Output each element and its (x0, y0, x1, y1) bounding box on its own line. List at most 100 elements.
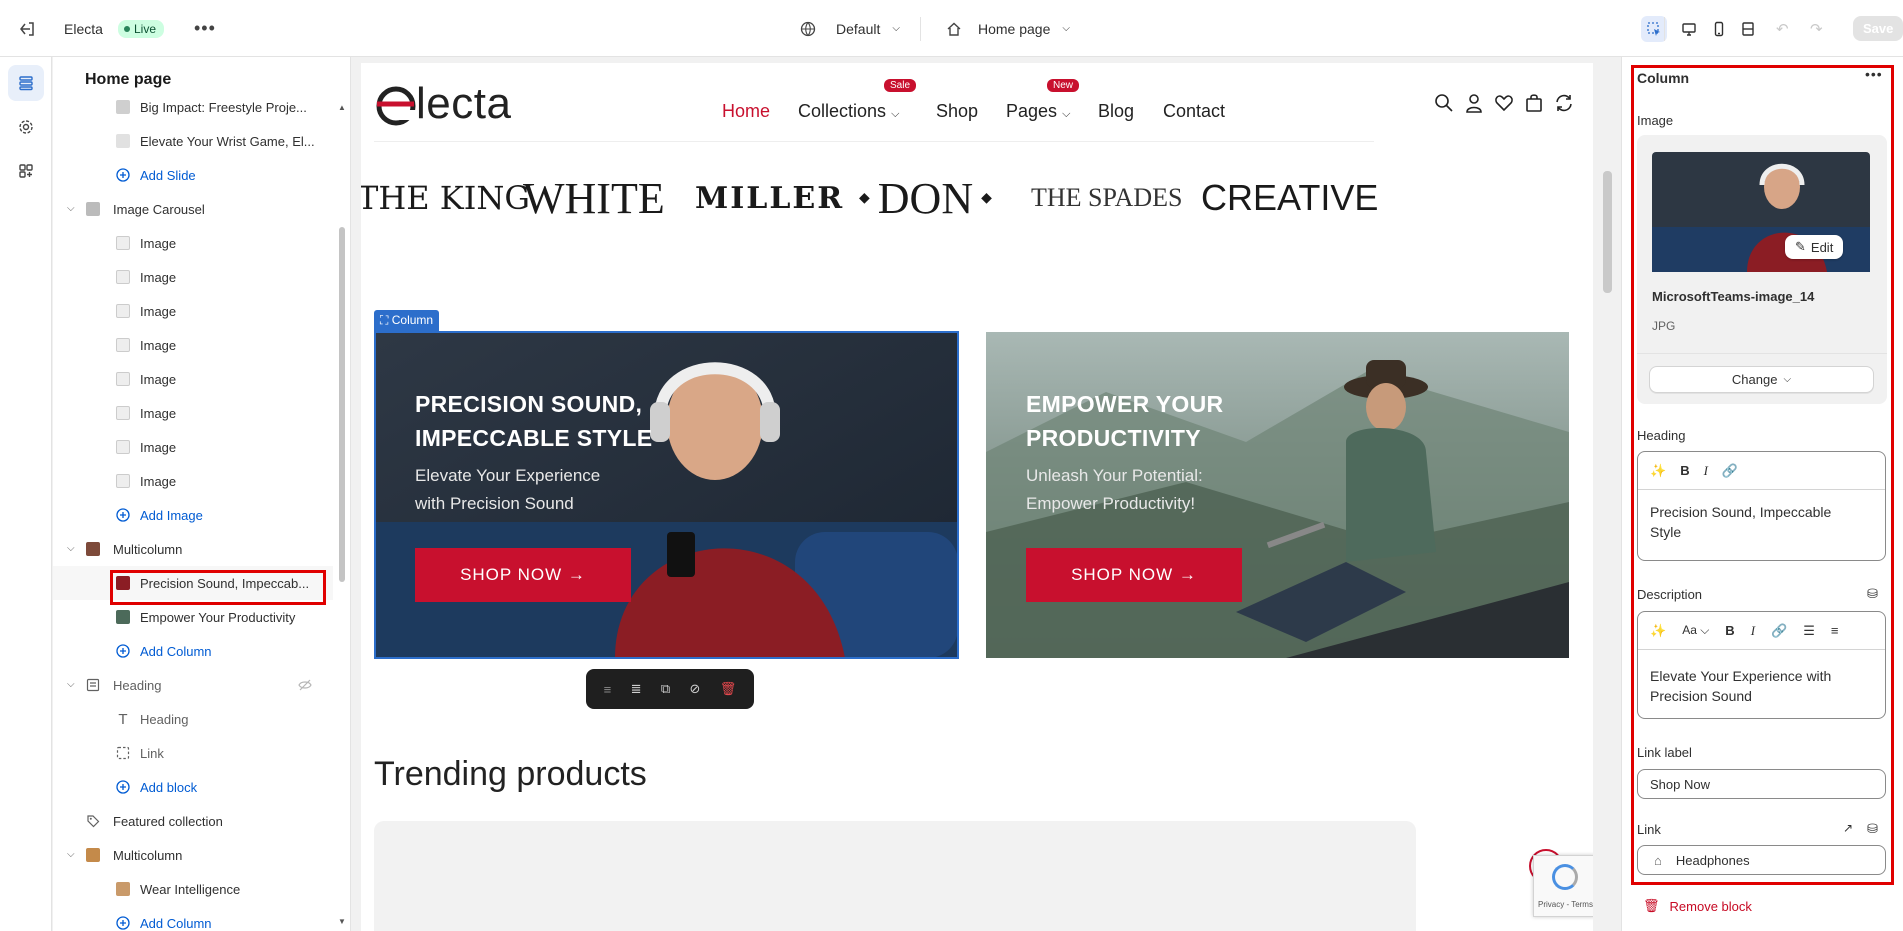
column-selection-tag[interactable]: ⛶ Column (374, 310, 440, 331)
bullet-list-icon[interactable]: ☰ (1803, 623, 1815, 639)
more-actions-button[interactable]: ••• (194, 0, 216, 57)
logo-mark-icon (376, 86, 416, 126)
hidden-eye-icon[interactable] (297, 677, 313, 693)
exit-button[interactable] (18, 0, 36, 57)
product-card[interactable] (882, 821, 1162, 931)
add-column-button[interactable]: Add Column (53, 634, 333, 668)
link-label-input[interactable]: Shop Now (1637, 769, 1886, 799)
tree-item-image[interactable]: Image (53, 260, 333, 294)
template-selector[interactable]: Home page ⌵ (946, 0, 1070, 57)
refresh-icon[interactable] (1554, 93, 1574, 113)
link-block-icon (115, 745, 131, 761)
fullscreen-view-button[interactable] (1735, 16, 1761, 42)
brand-logo-don: ◆ DON ◆ (859, 173, 992, 223)
apps-nav-button[interactable] (8, 153, 44, 189)
user-icon[interactable] (1464, 93, 1484, 113)
delete-trash-icon[interactable]: 🗑 (720, 681, 737, 697)
undo-icon[interactable]: ↶ (1776, 20, 1789, 38)
link-icon[interactable]: 🔗 (1722, 463, 1738, 479)
add-slide-button[interactable]: Add Slide (53, 158, 333, 192)
link-picker[interactable]: ⌂ Headphones (1637, 845, 1886, 875)
save-button[interactable]: Save (1853, 16, 1903, 41)
tree-section-multicolumn[interactable]: ⌵ Multicolumn (53, 838, 333, 872)
tree-item-image[interactable]: Image (53, 396, 333, 430)
add-block-button[interactable]: Add block (53, 770, 333, 804)
heading-rte-toolbar: ✨ B I 🔗 (1638, 452, 1885, 490)
italic-icon[interactable]: I (1751, 623, 1755, 639)
text-size-icon[interactable]: Aa ⌵ (1682, 623, 1709, 638)
preview-scrollbar-thumb[interactable] (1603, 171, 1612, 293)
tree-item-column[interactable]: Wear Intelligence (53, 872, 333, 906)
bold-icon[interactable]: B (1680, 463, 1689, 478)
promo-2-shop-button[interactable]: SHOP NOW → (1026, 548, 1242, 602)
promo-column-2[interactable]: EMPOWER YOUR PRODUCTIVITY Unleash Your P… (986, 332, 1569, 658)
tree-item-link[interactable]: Link (53, 736, 333, 770)
tree-item-heading[interactable]: T Heading (53, 702, 333, 736)
image-edit-button[interactable]: ✎ Edit (1785, 235, 1844, 259)
product-card[interactable] (628, 821, 908, 931)
open-external-icon[interactable]: ↗ (1843, 821, 1853, 835)
nav-contact[interactable]: Contact (1163, 101, 1225, 122)
tree-section-multicolumn[interactable]: ⌵ Multicolumn (53, 532, 333, 566)
nav-home[interactable]: Home (722, 101, 770, 122)
sections-nav-button[interactable] (8, 65, 44, 101)
carousel-section-icon (85, 201, 101, 217)
hide-eye-icon[interactable]: ⊘ (690, 681, 701, 697)
add-column-button[interactable]: Add Column (53, 906, 333, 931)
heading-line: EMPOWER YOUR (1026, 391, 1224, 417)
theme-settings-nav-button[interactable] (8, 109, 44, 145)
description-text[interactable]: Elevate Your Experience with Precision S… (1650, 666, 1865, 706)
redo-icon[interactable]: ↷ (1810, 20, 1823, 38)
duplicate-icon[interactable]: ⧉ (661, 681, 670, 697)
tree-item-image[interactable]: Image (53, 328, 333, 362)
remove-block-button[interactable]: 🗑 Remove block (1643, 898, 1752, 914)
nav-blog[interactable]: Blog (1098, 101, 1134, 122)
tree-item-column[interactable]: Empower Your Productivity (53, 600, 333, 634)
dynamic-source-icon[interactable]: ⛁ (1867, 821, 1878, 837)
change-image-button[interactable]: Change ⌵ (1649, 366, 1874, 393)
dynamic-source-icon[interactable]: ⛁ (1867, 586, 1878, 602)
heart-icon[interactable] (1494, 93, 1514, 113)
heading-text[interactable]: Precision Sound, Impeccable Style (1650, 502, 1865, 542)
sidebar-scrollbar-thumb[interactable] (339, 227, 345, 582)
nav-shop[interactable]: Shop (936, 101, 978, 122)
move-up-icon[interactable]: ≡ (604, 682, 612, 697)
ai-sparkle-icon[interactable]: ✨ (1650, 623, 1666, 639)
link-icon[interactable]: 🔗 (1771, 623, 1787, 639)
product-card[interactable] (1136, 821, 1416, 931)
mobile-view-button[interactable] (1706, 16, 1732, 42)
tree-item-slide[interactable]: Elevate Your Wrist Game, El... (53, 124, 333, 158)
theme-selector[interactable]: Default ⌵ (800, 0, 900, 57)
search-icon[interactable] (1434, 93, 1454, 113)
preview-scrollbar[interactable] (1599, 63, 1615, 931)
cart-icon[interactable] (1524, 93, 1544, 113)
tree-item-slide[interactable]: Big Impact: Freestyle Proje... (53, 90, 333, 124)
tree-section-featured-collection[interactable]: Featured collection (53, 804, 333, 838)
desktop-view-button[interactable] (1676, 16, 1702, 42)
tree-section-heading[interactable]: ⌵ Heading (53, 668, 333, 702)
left-rail (0, 57, 52, 931)
tree-item-image[interactable]: Image (53, 226, 333, 260)
scroll-up-arrow-icon[interactable]: ▲ (338, 103, 346, 112)
italic-icon[interactable]: I (1704, 463, 1708, 479)
ai-sparkle-icon[interactable]: ✨ (1650, 463, 1666, 479)
scroll-down-arrow-icon[interactable]: ▼ (338, 917, 346, 926)
nav-collections[interactable]: Collections ⌵ (798, 101, 899, 122)
nav-pages[interactable]: Pages ⌵ (1006, 101, 1070, 122)
heading-rich-text-editor[interactable]: ✨ B I 🔗 Precision Sound, Impeccable Styl… (1637, 451, 1886, 561)
link-label-label: Link label (1637, 745, 1692, 760)
move-down-icon[interactable]: ≣ (631, 681, 642, 697)
tree-item-image[interactable]: Image (53, 430, 333, 464)
product-card[interactable] (374, 821, 654, 931)
tree-item-image[interactable]: Image (53, 362, 333, 396)
tree-section-image-carousel[interactable]: ⌵ Image Carousel (53, 192, 333, 226)
numbered-list-icon[interactable]: ≡ (1831, 623, 1839, 638)
bold-icon[interactable]: B (1725, 623, 1734, 638)
status-badge: Live (118, 0, 165, 57)
store-logo[interactable]: electa lecta (374, 79, 511, 129)
description-rich-text-editor[interactable]: ✨ Aa ⌵ B I 🔗 ☰ ≡ Elevate Your Experience… (1637, 611, 1886, 719)
tree-item-image[interactable]: Image (53, 464, 333, 498)
panel-more-icon[interactable]: ••• (1865, 66, 1883, 82)
tree-item-image[interactable]: Image (53, 294, 333, 328)
add-image-button[interactable]: Add Image (53, 498, 333, 532)
